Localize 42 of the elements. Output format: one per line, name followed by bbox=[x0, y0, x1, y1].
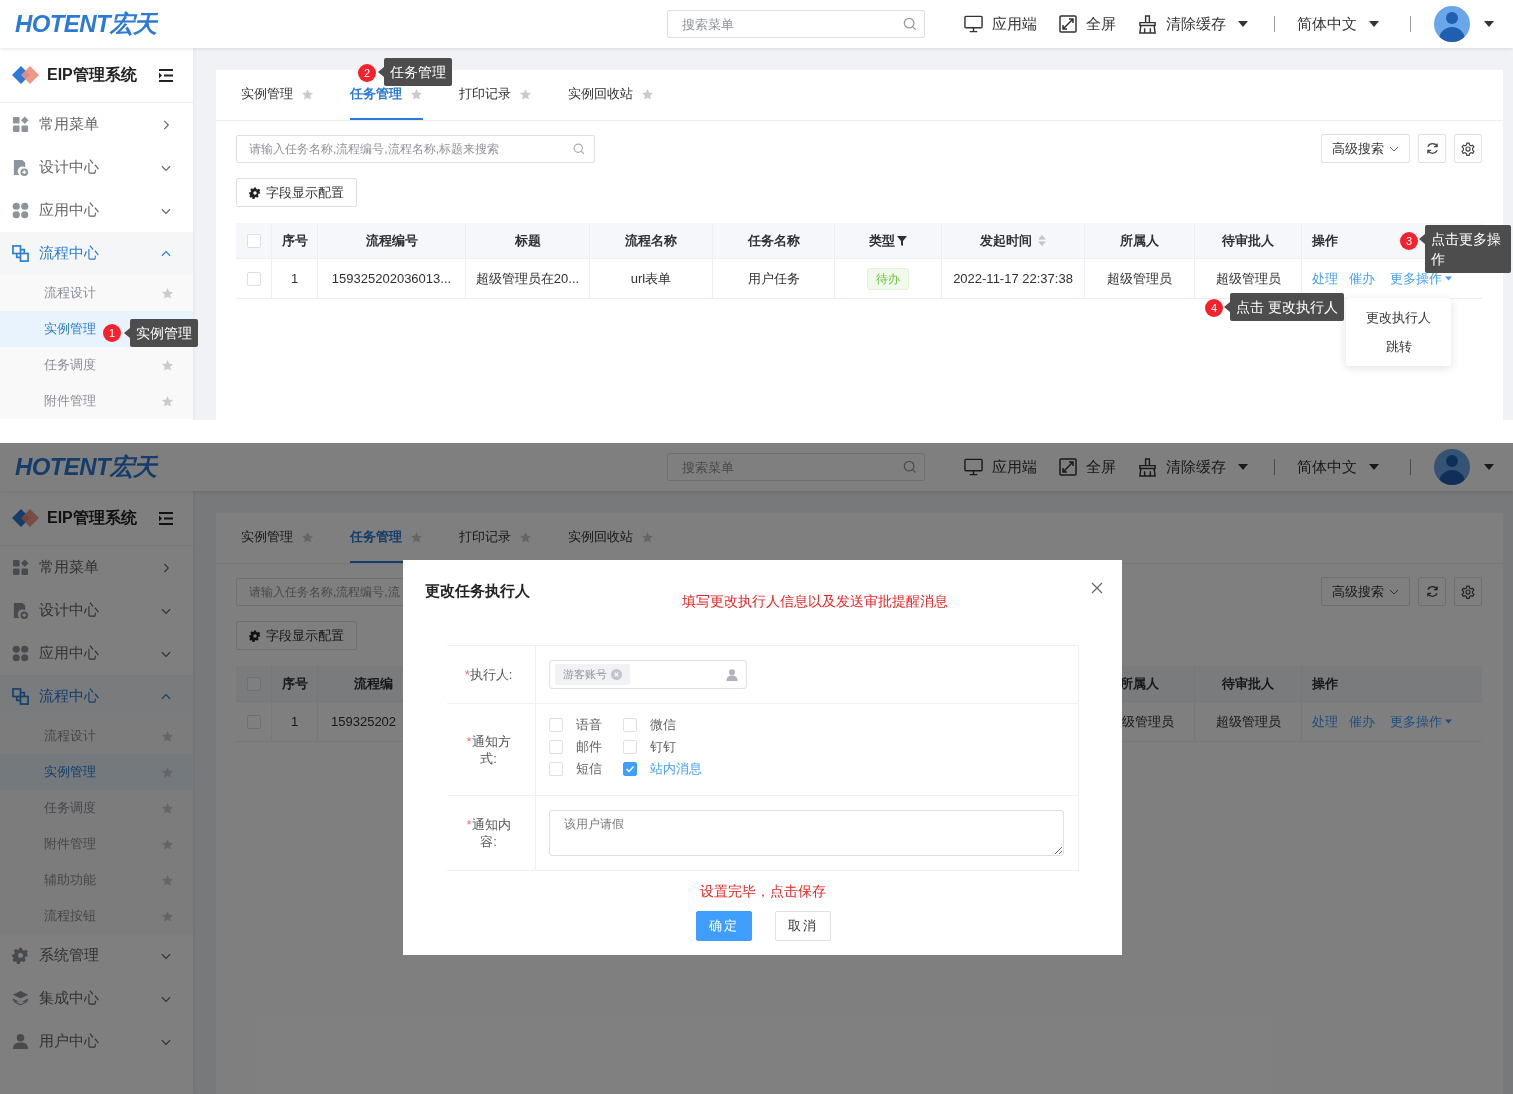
brand-logo: HOTENT宏天 bbox=[15, 455, 157, 479]
table-cell-text: 159325202 bbox=[331, 712, 397, 731]
callout-tooltip: 任务管理 bbox=[384, 58, 452, 86]
table-cell-text: 超级管理员在20... bbox=[475, 269, 580, 288]
field-label: *通知内容: bbox=[465, 816, 512, 850]
callout-tooltip: 点击 更改执行人 bbox=[1230, 293, 1344, 321]
table-cell-text: 2022-11-17 22:37:38 bbox=[953, 269, 1073, 288]
system-title: EIP管理系统 bbox=[47, 65, 137, 85]
column-header: 流程编 bbox=[354, 674, 393, 693]
table-cell-text: 超级管理员 bbox=[1215, 269, 1281, 288]
column-header: 序号 bbox=[281, 674, 308, 693]
callout-tooltip: 实例管理 bbox=[130, 319, 198, 347]
table-cell-text: 级管理员 bbox=[1122, 712, 1174, 731]
column-header: 流程名称 bbox=[625, 231, 677, 250]
instruction-note: 填写更改执行人信息以及发送审批提醒消息 bbox=[682, 592, 948, 611]
field-label: *通知方式: bbox=[465, 732, 512, 767]
table-cell-text: 1 bbox=[290, 712, 299, 731]
system-title: EIP管理系统 bbox=[47, 508, 137, 528]
field-label: *执行人: bbox=[463, 666, 514, 683]
column-header: 待审批人 bbox=[1222, 231, 1274, 250]
column-header: 操作 bbox=[1312, 231, 1338, 250]
callout-tooltip: 点击更多操作 bbox=[1425, 225, 1511, 273]
table-cell-text: 超级管理员 bbox=[1107, 269, 1172, 288]
column-header: 序号 bbox=[281, 231, 308, 250]
table-cell-text: 超级管理员 bbox=[1215, 712, 1281, 731]
brand-logo: HOTENT宏天 bbox=[15, 12, 157, 36]
table-cell-text: url表单 bbox=[630, 269, 672, 288]
column-header: 待审批人 bbox=[1222, 674, 1274, 693]
instruction-note: 设置完毕，点击保存 bbox=[699, 882, 827, 901]
column-header: 任务名称 bbox=[747, 231, 800, 250]
column-header: 类型 bbox=[869, 231, 895, 250]
table-cell-text: 用户任务 bbox=[747, 269, 800, 288]
column-header: 所属人 bbox=[1120, 231, 1159, 250]
user-tag: 游客账号 bbox=[555, 664, 630, 685]
dialog-title: 更改任务执行人 bbox=[425, 581, 530, 601]
table-cell-text: 1 bbox=[290, 269, 299, 288]
column-header: 流程编号 bbox=[365, 231, 418, 250]
status-tag: 待办 bbox=[867, 267, 909, 290]
column-header: 操作 bbox=[1312, 674, 1338, 693]
table-cell-text: 159325202036013... bbox=[331, 269, 452, 288]
column-header: 标题 bbox=[514, 231, 541, 250]
column-header: 发起时间 bbox=[980, 231, 1032, 250]
